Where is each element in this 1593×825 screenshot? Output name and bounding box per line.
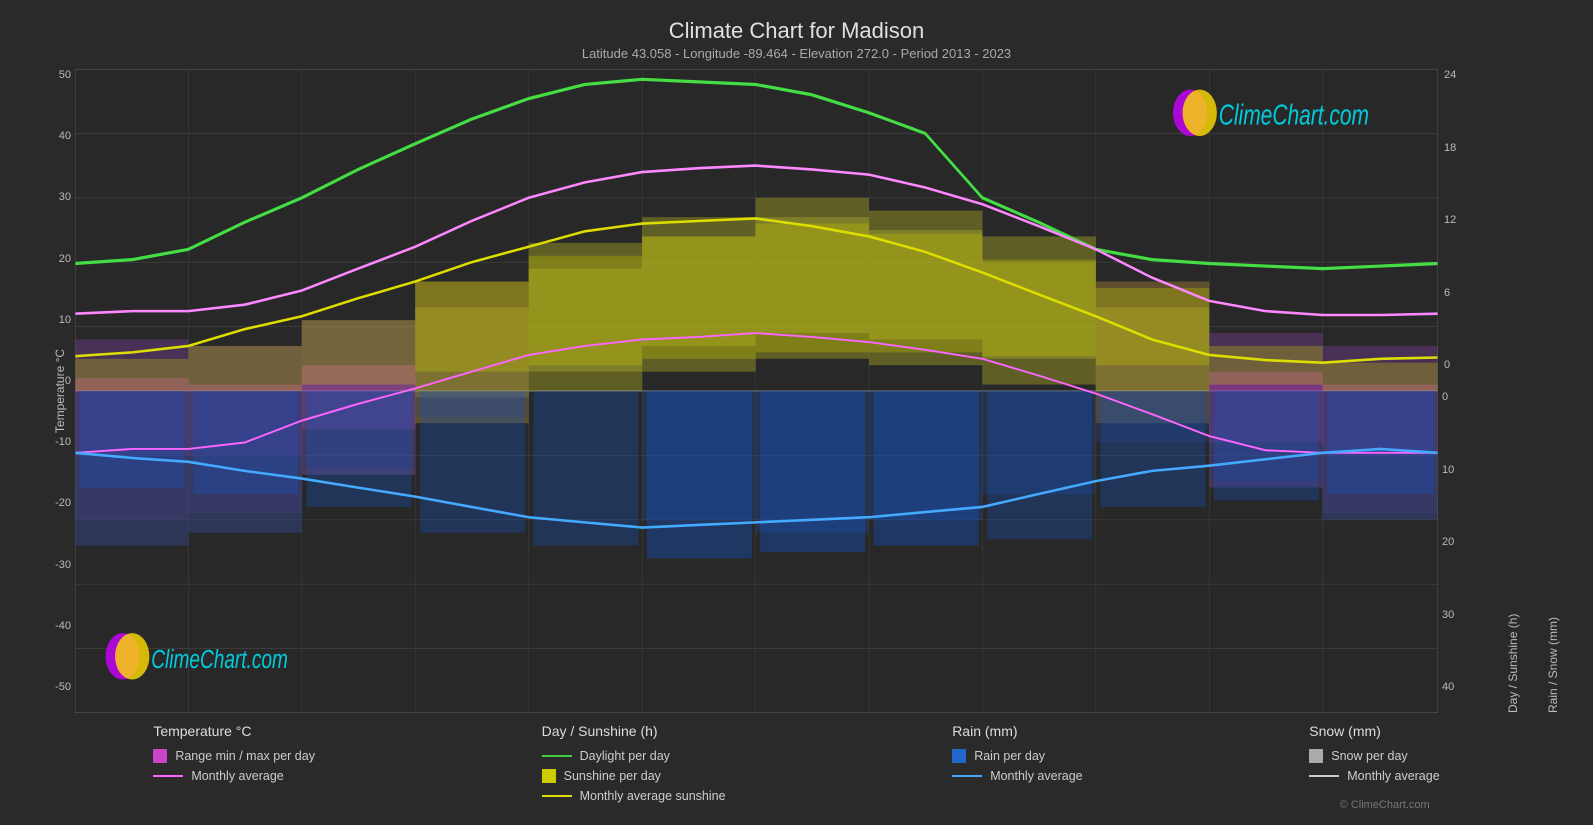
legend-rain-title: Rain (mm) xyxy=(952,723,1082,739)
svg-text:ClimeChart.com: ClimeChart.com xyxy=(1219,99,1369,131)
y-axis-right1: 24 18 12 6 0 xyxy=(1438,69,1488,391)
legend-snow-avg-line xyxy=(1309,775,1339,777)
copyright: © ClimeChart.com xyxy=(1309,799,1439,811)
legend-temp-avg: Monthly average xyxy=(153,769,315,783)
legend-rain-bar-label: Rain per day xyxy=(974,749,1045,763)
legend-snow-avg-label: Monthly average xyxy=(1347,769,1439,783)
legend-sunshine-avg-line xyxy=(542,795,572,797)
legend-snow-rect xyxy=(1309,749,1323,763)
legend-temp-range: Range min / max per day xyxy=(153,749,315,763)
legend-rain: Rain (mm) Rain per day Monthly average xyxy=(952,723,1082,811)
legend-temperature-title: Temperature °C xyxy=(153,723,315,739)
legend-temperature: Temperature °C Range min / max per day M… xyxy=(153,723,315,811)
chart-svg: ClimeChart.com ClimeChart.com xyxy=(75,69,1438,713)
legend-daylight: Daylight per day xyxy=(542,749,726,763)
main-container: Climate Chart for Madison Latitude 43.05… xyxy=(0,0,1593,825)
y-axis-right1-label: Day / Sunshine (h) xyxy=(1506,69,1520,713)
legend-temp-avg-label: Monthly average xyxy=(191,769,283,783)
legend-daylight-label: Daylight per day xyxy=(580,749,670,763)
legend-temp-range-label: Range min / max per day xyxy=(175,749,315,763)
svg-text:ClimeChart.com: ClimeChart.com xyxy=(151,644,288,674)
legend-temp-avg-line xyxy=(153,775,183,777)
legend-snow-title: Snow (mm) xyxy=(1309,723,1439,739)
y-axis-right2: 0 10 20 30 40 xyxy=(1438,391,1493,713)
legend-sunshine-avg-label: Monthly average sunshine xyxy=(580,789,726,803)
legend-rain-avg-line xyxy=(952,775,982,777)
chart-canvas: ClimeChart.com ClimeChart.com Jan Feb Ma… xyxy=(75,69,1438,713)
legend-sunshine-rect xyxy=(542,769,556,783)
legend-sunshine-bar-label: Sunshine per day xyxy=(564,769,661,783)
legend-snow-avg: Monthly average xyxy=(1309,769,1439,783)
legend-rain-avg-label: Monthly average xyxy=(990,769,1082,783)
title-section: Climate Chart for Madison Latitude 43.05… xyxy=(20,10,1573,65)
legend-snow: Snow (mm) Snow per day Monthly average ©… xyxy=(1309,723,1439,811)
legend-sunshine-avg: Monthly average sunshine xyxy=(542,789,726,803)
legend-snow-bar-label: Snow per day xyxy=(1331,749,1407,763)
legend-section: Temperature °C Range min / max per day M… xyxy=(20,713,1573,815)
legend-rain-rect xyxy=(952,749,966,763)
legend-sunshine-title: Day / Sunshine (h) xyxy=(542,723,726,739)
chart-title: Climate Chart for Madison xyxy=(20,18,1573,44)
legend-snow-bars: Snow per day xyxy=(1309,749,1439,763)
chart-subtitle: Latitude 43.058 - Longitude -89.464 - El… xyxy=(20,46,1573,61)
legend-temp-range-icon xyxy=(153,749,167,763)
legend-sunshine-bars: Sunshine per day xyxy=(542,769,726,783)
legend-daylight-line xyxy=(542,755,572,757)
legend-sunshine: Day / Sunshine (h) Daylight per day Suns… xyxy=(542,723,726,811)
legend-rain-avg: Monthly average xyxy=(952,769,1082,783)
legend-rain-bars: Rain per day xyxy=(952,749,1082,763)
y-axis-left-label: Temperature °C xyxy=(53,349,67,433)
y-axis-right2-label: Rain / Snow (mm) xyxy=(1546,69,1560,713)
